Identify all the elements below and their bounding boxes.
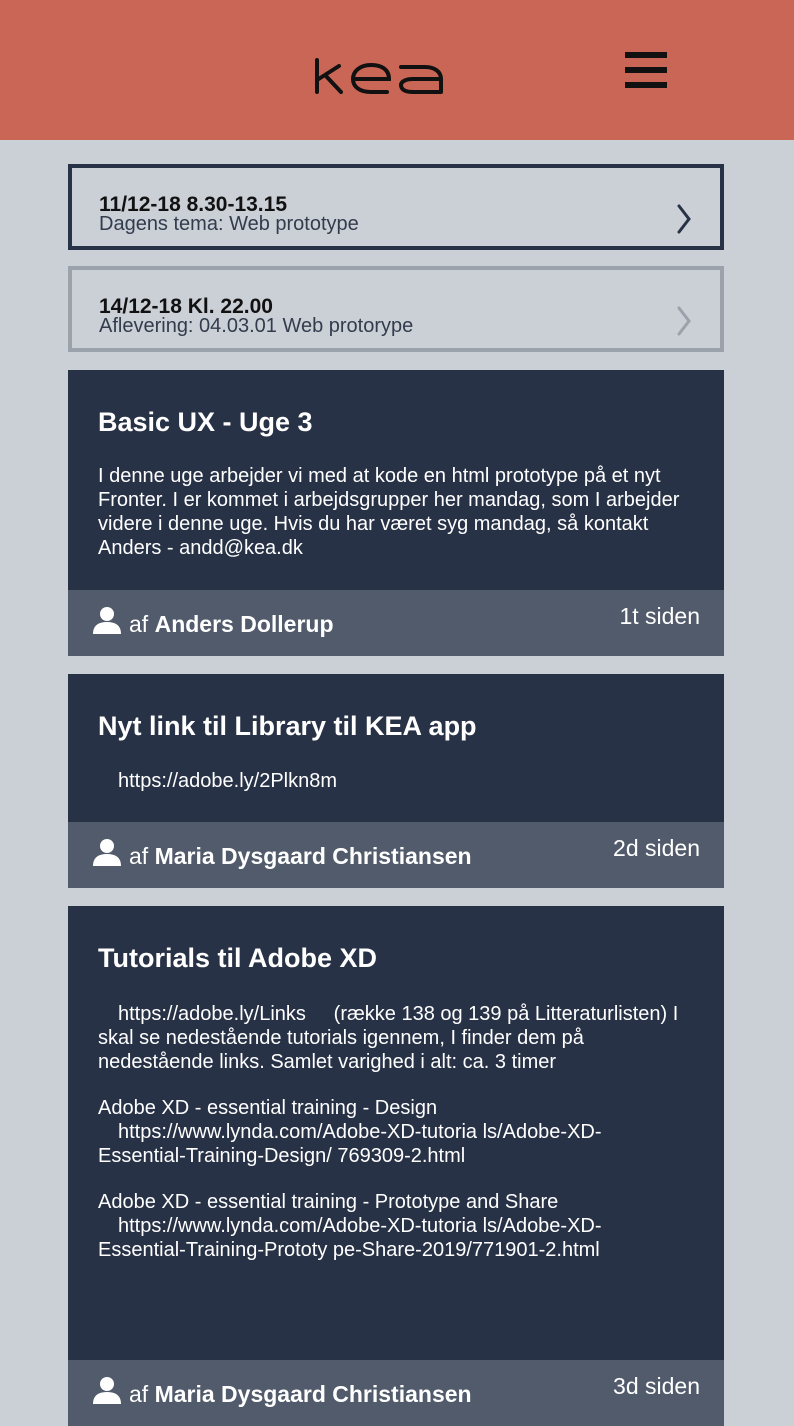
post-author[interactable]: Maria Dysgaard Christiansen: [155, 1381, 472, 1407]
post-footer: af Anders Dollerup 1t siden: [68, 590, 724, 656]
post-card[interactable]: Tutorials til Adobe XD https://adobe.ly/…: [68, 906, 724, 1426]
post-link-continued[interactable]: Essential-Training-Design/ 769309-2.html: [98, 1145, 465, 1167]
post-paragraph: https://adobe.ly/Links (række 138 og 139…: [98, 1002, 698, 1074]
post-paragraph: I denne uge arbejder vi med at kode en h…: [98, 465, 680, 559]
menu-bar: [625, 82, 667, 88]
post-time-ago: 2d siden: [613, 835, 700, 861]
post-author-line: af Maria Dysgaard Christiansen: [129, 1381, 472, 1407]
post-body: https://adobe.ly/2Plkn8m: [98, 769, 698, 815]
chevron-right-icon: [677, 204, 691, 234]
post-body: https://adobe.ly/Links (række 138 og 139…: [98, 1002, 698, 1284]
user-icon: [93, 839, 121, 866]
post-paragraph: Adobe XD - essential training - Prototyp…: [98, 1190, 698, 1262]
hamburger-menu-icon[interactable]: [625, 52, 667, 90]
post-link[interactable]: https://www.lynda.com/Adobe-XD-tutoria l…: [98, 1121, 602, 1143]
post-time-ago: 3d siden: [613, 1373, 700, 1399]
schedule-subtitle: Aflevering: 04.03.01 Web protorype: [99, 315, 414, 337]
post-card[interactable]: Basic UX - Uge 3 I denne uge arbejder vi…: [68, 370, 724, 656]
post-footer: af Maria Dysgaard Christiansen 2d siden: [68, 822, 724, 888]
post-footer: af Maria Dysgaard Christiansen 3d siden: [68, 1360, 724, 1426]
post-link[interactable]: https://www.lynda.com/Adobe-XD-tutoria l…: [98, 1215, 602, 1237]
menu-bar: [625, 52, 667, 58]
post-paragraph: Adobe XD - essential training - Design h…: [98, 1096, 698, 1168]
by-prefix: af: [129, 843, 149, 869]
post-author-line: af Maria Dysgaard Christiansen: [129, 843, 472, 869]
post-title: Tutorials til Adobe XD: [98, 943, 378, 973]
post-author-line: af Anders Dollerup: [129, 611, 334, 637]
tutorial-heading: Adobe XD - essential training - Prototyp…: [98, 1191, 559, 1213]
menu-bar: [625, 67, 667, 73]
post-title: Basic UX - Uge 3: [98, 407, 313, 437]
post-link-continued[interactable]: Essential-Training-Prototy pe-Share-2019…: [98, 1239, 600, 1261]
post-link[interactable]: https://adobe.ly/2Plkn8m: [98, 769, 698, 793]
schedule-subtitle: Dagens tema: Web prototype: [99, 213, 359, 235]
app-header: [0, 0, 794, 140]
tutorial-heading: Adobe XD - essential training - Design: [98, 1097, 438, 1119]
kea-logo[interactable]: [313, 52, 447, 98]
post-card[interactable]: Nyt link til Library til KEA app https:/…: [68, 674, 724, 888]
schedule-item-today[interactable]: 11/12-18 8.30-13.15 Dagens tema: Web pro…: [68, 164, 724, 250]
post-time-ago: 1t siden: [619, 603, 700, 629]
post-body: I denne uge arbejder vi med at kode en h…: [98, 464, 698, 582]
chevron-right-icon: [677, 306, 691, 336]
by-prefix: af: [129, 1381, 149, 1407]
by-prefix: af: [129, 611, 149, 637]
post-link[interactable]: https://adobe.ly/Links: [98, 1003, 306, 1025]
user-icon: [93, 1377, 121, 1404]
post-author[interactable]: Anders Dollerup: [155, 611, 334, 637]
post-author[interactable]: Maria Dysgaard Christiansen: [155, 843, 472, 869]
user-icon: [93, 607, 121, 634]
schedule-item-deadline[interactable]: 14/12-18 Kl. 22.00 Aflevering: 04.03.01 …: [68, 266, 724, 352]
post-title: Nyt link til Library til KEA app: [98, 711, 477, 741]
